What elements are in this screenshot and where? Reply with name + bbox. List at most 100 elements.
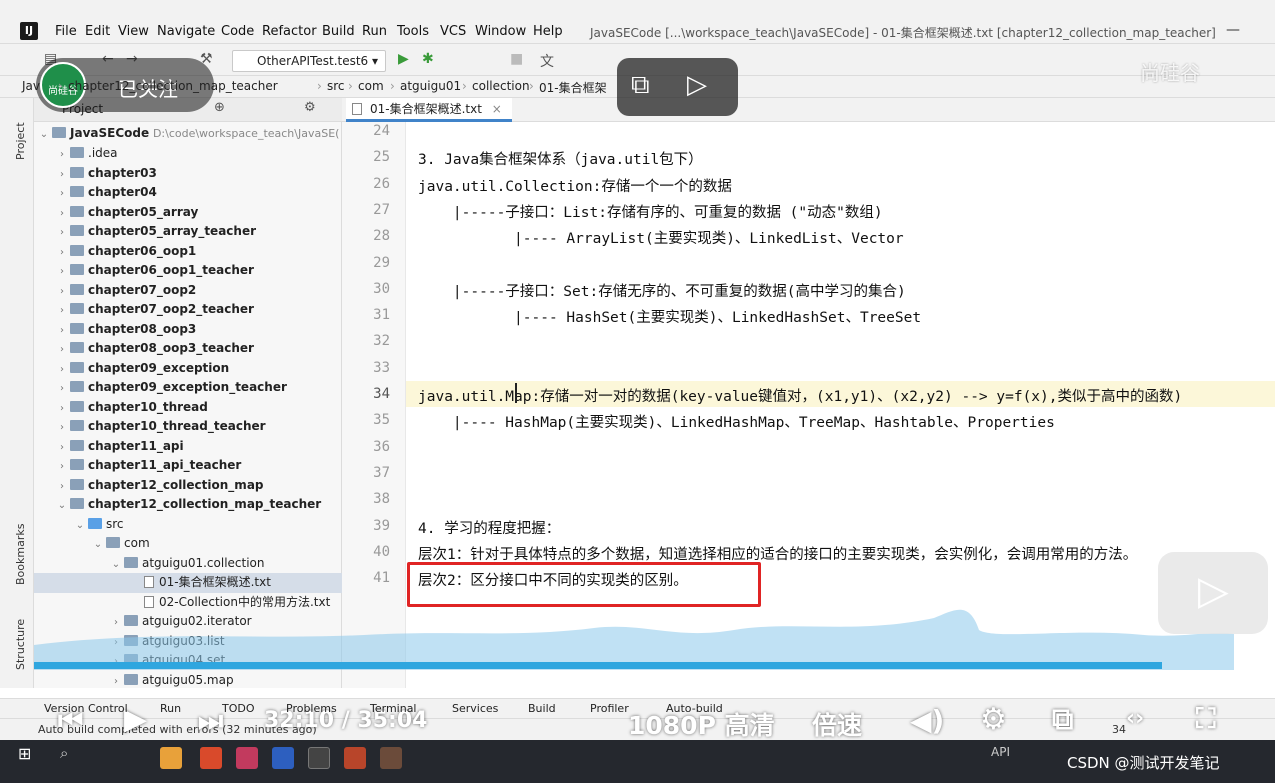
menu-navigate[interactable]: Navigate <box>157 24 215 39</box>
chevron-right-icon[interactable]: › <box>56 360 68 379</box>
structure-tool-button[interactable]: Structure <box>14 619 27 670</box>
tree-item[interactable]: ⌄ chapter12_collection_map_teacher <box>34 495 342 515</box>
chevron-down-icon[interactable]: ⌄ <box>92 535 104 554</box>
settings-gear-icon[interactable]: ⚙ <box>980 702 1007 737</box>
code-line[interactable]: |---- ArrayList(主要实现类)、LinkedList、Vector <box>418 227 904 248</box>
menu-window[interactable]: Window <box>475 24 526 39</box>
breadcrumb-item[interactable]: atguigu01 <box>400 79 461 93</box>
breadcrumb-item[interactable]: Jav <box>22 79 40 93</box>
tool-window-terminal[interactable]: Terminal <box>370 702 417 715</box>
menu-help[interactable]: Help <box>533 24 563 39</box>
chevron-right-icon[interactable]: › <box>56 340 68 359</box>
tree-item[interactable]: › chapter06_oop1_teacher <box>34 261 342 281</box>
menu-refactor[interactable]: Refactor <box>262 24 317 39</box>
tree-item[interactable]: › chapter06_oop1 <box>34 242 342 262</box>
tree-item[interactable]: › chapter12_collection_map <box>34 476 342 496</box>
speed-button[interactable]: 倍速 <box>812 706 862 742</box>
chevron-right-icon[interactable]: › <box>56 418 68 437</box>
tv-play-button[interactable]: ▷ <box>1158 552 1268 634</box>
project-tool-button[interactable]: Project <box>14 122 27 160</box>
menu-tools[interactable]: Tools <box>397 24 429 39</box>
debug-icon[interactable]: ✱ <box>422 51 434 67</box>
tree-item[interactable]: › chapter08_oop3 <box>34 320 342 340</box>
code-line[interactable]: java.util.Collection:存储一个一个的数据 <box>418 175 732 196</box>
stop-icon[interactable]: ■ <box>510 51 523 67</box>
code-line[interactable]: java.util.Map:存储一对一对的数据(key-value键值对，(x1… <box>418 385 1182 406</box>
editor-tab[interactable]: 01-集合框架概述.txt × <box>346 98 512 122</box>
tool-window-build[interactable]: Build <box>528 702 556 715</box>
tree-item[interactable]: › chapter09_exception_teacher <box>34 378 342 398</box>
chevron-right-icon[interactable]: › <box>110 672 122 691</box>
tree-item[interactable]: ⌄ atguigu01.collection <box>34 554 342 574</box>
picture-in-picture-icon[interactable]: ⧉ <box>631 70 650 101</box>
tree-item[interactable]: › chapter04 <box>34 183 342 203</box>
pip-window-icon[interactable]: ⧉ <box>1052 702 1073 737</box>
menu-file[interactable]: File <box>55 24 77 39</box>
code-line[interactable]: |---- HashSet(主要实现类)、LinkedHashSet、TreeS… <box>418 306 921 327</box>
firefox-app-icon[interactable] <box>200 747 222 769</box>
chrome-app-icon[interactable] <box>160 747 182 769</box>
tool-window-run[interactable]: Run <box>160 702 181 715</box>
tree-item[interactable]: › .idea <box>34 144 342 164</box>
chevron-right-icon[interactable]: › <box>56 204 68 223</box>
tree-item[interactable]: › chapter11_api_teacher <box>34 456 342 476</box>
tree-item[interactable]: ⌄ com <box>34 534 342 554</box>
translate-icon[interactable]: 文 <box>540 51 554 71</box>
intellij-app-icon[interactable] <box>308 747 330 769</box>
tree-item[interactable]: › chapter05_array <box>34 203 342 223</box>
code-line[interactable]: 4. 学习的程度把握： <box>418 517 560 538</box>
tool-window-profiler[interactable]: Profiler <box>590 702 629 715</box>
close-tab-icon[interactable]: × <box>492 102 502 116</box>
tree-item[interactable]: › chapter10_thread <box>34 398 342 418</box>
menu-code[interactable]: Code <box>221 24 254 39</box>
search-icon[interactable]: ⌕ <box>60 744 68 762</box>
tree-item[interactable]: 01-集合框架概述.txt <box>34 573 342 593</box>
tree-root[interactable]: ⌄ JavaSECode D:\code\workspace_teach\Java… <box>34 124 342 144</box>
menu-vcs[interactable]: VCS <box>440 24 466 39</box>
tree-item[interactable]: › chapter08_oop3_teacher <box>34 339 342 359</box>
locate-icon[interactable]: ⊕ <box>214 100 225 115</box>
tree-item[interactable]: › chapter07_oop2_teacher <box>34 300 342 320</box>
app-icon[interactable] <box>236 747 258 769</box>
breadcrumb-item[interactable]: 01-集合框架 <box>539 79 607 96</box>
chevron-down-icon[interactable]: ⌄ <box>56 496 68 515</box>
tree-item[interactable]: › atguigu05.map <box>34 671 342 691</box>
windows-start-icon[interactable]: ⊞ <box>18 744 31 763</box>
chevron-right-icon[interactable]: › <box>56 399 68 418</box>
chevron-down-icon[interactable]: ⌄ <box>110 555 122 574</box>
minimize-button[interactable]: — <box>1226 22 1240 38</box>
chevron-right-icon[interactable]: › <box>56 262 68 281</box>
menu-edit[interactable]: Edit <box>85 24 110 39</box>
chevron-right-icon[interactable]: › <box>56 379 68 398</box>
tool-window-problems[interactable]: Problems <box>286 702 337 715</box>
code-line[interactable]: |---- HashMap(主要实现类)、LinkedHashMap、TreeM… <box>418 411 1055 432</box>
chevron-right-icon[interactable]: › <box>56 223 68 242</box>
chevron-down-icon[interactable]: ⌄ <box>38 125 50 144</box>
breadcrumb-item[interactable]: com <box>358 79 384 93</box>
app-icon[interactable] <box>344 747 366 769</box>
code-line[interactable]: |-----子接口：Set:存储无序的、不可重复的数据(高中学习的集合) <box>418 280 906 301</box>
chevron-right-icon[interactable]: › <box>56 145 68 164</box>
fullscreen-icon[interactable]: ⛶ <box>1196 702 1216 736</box>
bookmarks-tool-button[interactable]: Bookmarks <box>14 524 27 585</box>
chevron-right-icon[interactable]: › <box>56 184 68 203</box>
tree-item[interactable]: › chapter05_array_teacher <box>34 222 342 242</box>
chevron-right-icon[interactable]: › <box>56 282 68 301</box>
breadcrumb-item[interactable]: src <box>327 79 345 93</box>
chevron-right-icon[interactable]: › <box>56 438 68 457</box>
menu-build[interactable]: Build <box>322 24 355 39</box>
breadcrumb-item[interactable]: chapter12_collection_map_teacher <box>68 79 278 93</box>
menu-view[interactable]: View <box>118 24 149 39</box>
tree-item[interactable]: › chapter03 <box>34 164 342 184</box>
powerpoint-app-icon[interactable] <box>272 747 294 769</box>
tree-item[interactable]: › chapter09_exception <box>34 359 342 379</box>
code-line[interactable]: 3. Java集合框架体系（java.util包下） <box>418 148 703 169</box>
video-effect-icon[interactable]: ▷ <box>687 70 707 100</box>
breadcrumb-item[interactable]: collection <box>472 79 530 93</box>
widescreen-icon[interactable]: ‹› <box>1126 706 1144 731</box>
chevron-right-icon[interactable]: › <box>56 321 68 340</box>
run-config-select[interactable]: OtherAPITest.test6 ▾ <box>232 50 386 72</box>
chevron-right-icon[interactable]: › <box>56 243 68 262</box>
menu-run[interactable]: Run <box>362 24 387 39</box>
chevron-right-icon[interactable]: › <box>56 457 68 476</box>
